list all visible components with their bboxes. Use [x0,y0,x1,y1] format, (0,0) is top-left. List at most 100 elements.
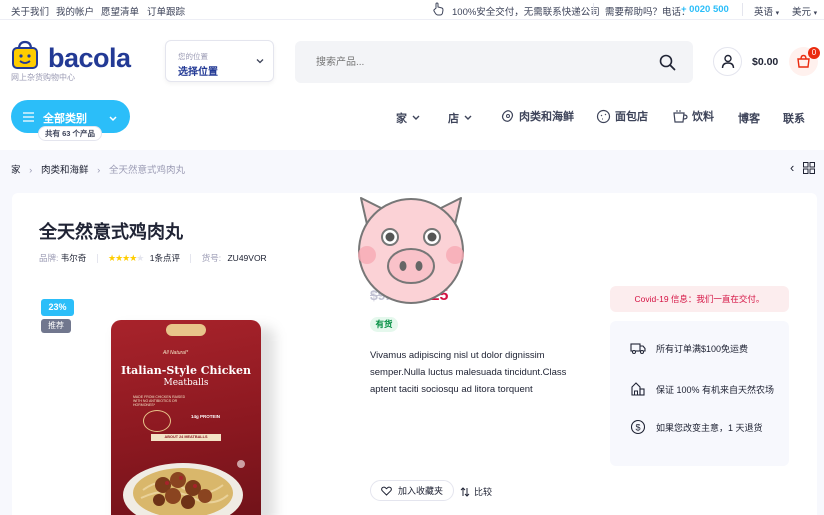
feature-returns: $ 如果您改变主意，1 天退货 [630,419,763,435]
svg-text:$: $ [635,423,640,433]
truck-icon [630,343,646,354]
user-icon [721,54,735,69]
account-button[interactable] [713,47,742,76]
breadcrumb: 家 › 肉类和海鲜 › 全天然意式鸡肉丸 [11,162,185,176]
logo[interactable] [10,39,40,74]
secure-icon [432,2,446,19]
account-link[interactable]: 我的帐户 [56,4,94,18]
meatballs-illustration [123,460,245,515]
menu-icon [23,111,34,125]
package-claim: MADE FROM CHICKEN RAISED WITH NO ANTIBIO… [133,395,186,407]
chevron-down-icon [255,55,265,69]
review-count[interactable]: 1条点评 [150,253,180,263]
previous-product-icon[interactable]: ‹ [790,161,794,174]
heart-icon [381,486,392,496]
product-title: 全天然意式鸡肉丸 [39,222,183,242]
package-front: All Natural* Italian-Style Chicken Meatb… [111,320,261,515]
discount-badge: 23% [41,299,74,316]
package-brand-top: All Natural* [163,350,189,356]
cup-icon [673,109,688,123]
search-icon[interactable] [659,54,676,74]
chevron-down-icon [108,112,118,126]
product-description: Vivamus adipiscing nisl ut dolor digniss… [370,350,567,395]
chevron-right-icon: › [29,165,33,176]
package-name-line2: Meatballs [163,378,209,388]
nav-contact-label: 联系 [783,113,805,125]
nav-home-label: 家 [396,113,407,125]
chevron-down-icon: ▾ [775,10,780,17]
compare-button[interactable]: 比较 [460,485,492,498]
product-count: 共有 63 个产品 [38,126,103,141]
logo-text[interactable]: bacola [48,43,131,74]
meat-icon [501,109,514,122]
all-categories-button[interactable]: 全部类别 共有 63 个产品 [11,100,130,141]
all-categories-label: 全部类别 [43,113,87,125]
nav-blog[interactable]: 博客 [738,110,760,126]
wishlist-link[interactable]: 愿望清单 [101,4,139,18]
nav-meat-seafood[interactable]: 肉类和海鲜 [500,108,574,124]
package-name-line1: Italian-Style Chicken [120,364,252,377]
bread-icon [596,109,611,123]
add-to-wishlist-button[interactable]: 加入收藏夹 [370,480,455,501]
dollar-icon: $ [630,419,646,435]
basket-logo-icon [12,40,38,69]
grid-icon[interactable] [803,162,815,177]
nav-shop[interactable]: 店 [448,110,473,126]
language-select[interactable]: 英语 ▾ [754,4,779,18]
currency-value: 美元 [792,7,812,18]
nav-drinks[interactable]: 饮料 [672,108,714,124]
chevron-down-icon [464,115,472,120]
breadcrumb-current: 全天然意式鸡肉丸 [108,165,185,176]
breadcrumb-home[interactable]: 家 [11,165,21,176]
covid-notice: Covid-19 信息：我们一直在交付。 [610,286,789,312]
cart-total: $0.00 [752,56,779,68]
currency-select[interactable]: 美元 ▾ [792,4,817,18]
wishlist-label: 加入收藏夹 [398,486,444,496]
feature-shipping: 所有订单满$100免运费 [630,341,748,355]
features-box: 所有订单满$100免运费 保证 100% 有机来自天然农场 $ 如果您改变主意，… [610,321,789,466]
nav-shop-label: 店 [448,113,459,125]
compare-icon [460,486,470,497]
search-bar [295,41,693,83]
location-selector[interactable]: 您的位置 选择位置 [165,40,274,82]
sku-label: 货号: [201,253,222,263]
farm-icon [631,382,645,396]
package-seal-icon [143,410,171,432]
pig-icon [358,197,464,304]
nav-drinks-label: 饮料 [692,111,714,123]
search-input[interactable] [295,41,645,83]
about-link[interactable]: 关于我们 [11,4,49,18]
feature-returns-text: 如果您改变主意，1 天退货 [656,422,763,433]
location-value: 选择位置 [178,67,218,78]
nav-meat-seafood-label: 肉类和海鲜 [519,111,574,123]
nav-blog-label: 博客 [738,113,760,125]
top-bar: 关于我们 我的帐户 愿望清单 订单跟踪 100%安全交付，无需联系快递公司 需要… [0,0,824,20]
logo-tagline: 网上杂货购物中心 [11,73,75,82]
brand-label: 品牌: [39,253,59,263]
header: bacola 网上杂货购物中心 您的位置 选择位置 $0.00 0 全部类别 共… [0,20,824,150]
recommended-badge: 推荐 [41,319,71,333]
order-tracking-link[interactable]: 订单跟踪 [147,4,185,18]
help-text: 需要帮助吗？电话： [605,7,691,18]
stock-status: 有货 [370,317,398,332]
nav-bakery[interactable]: 面包店 [596,108,648,124]
chevron-right-icon: › [97,165,101,176]
nav-home[interactable]: 家 [396,110,421,126]
sku-value: ZU49VOR [227,253,267,263]
rating-stars: ★★★★★ [108,253,144,263]
chevron-down-icon [412,115,420,120]
brand-value[interactable]: 韦尔奇 [61,253,87,263]
cart-count-badge: 0 [808,47,820,59]
language-value: 英语 [754,7,774,18]
feature-shipping-text: 所有订单满$100免运费 [656,343,749,354]
phone-number[interactable]: + 0020 500 [681,4,729,15]
chevron-down-icon: ▾ [813,10,818,17]
secure-delivery-text: 100%安全交付，无需联系快递公司 [452,7,600,18]
brand-seal [166,324,206,336]
nav-bakery-label: 面包店 [615,111,648,123]
feature-organic: 保证 100% 有机来自天然农场 [630,381,774,397]
location-label: 您的位置 [178,52,208,61]
nav-contact[interactable]: 联系 [783,110,805,126]
product-image[interactable]: All Natural* Italian-Style Chicken Meatb… [105,315,275,515]
breadcrumb-category[interactable]: 肉类和海鲜 [41,165,89,176]
